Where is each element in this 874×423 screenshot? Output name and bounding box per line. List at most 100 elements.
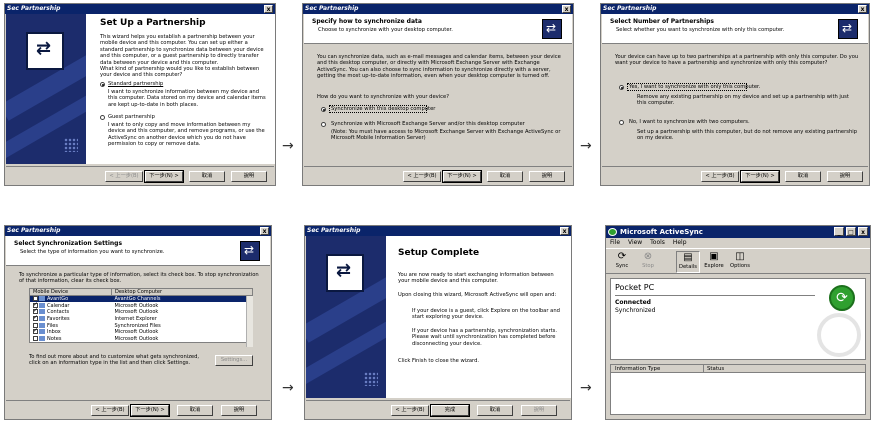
finish-button[interactable]: 完成 — [430, 404, 470, 417]
standard-partnership-desc: I want to synchronize information betwee… — [108, 89, 266, 108]
back-button[interactable]: < 上一步(B) — [91, 405, 129, 416]
window-title: Sec Partnership — [305, 5, 359, 12]
computer-cell: AvantGo Channels — [111, 295, 253, 303]
close-button[interactable]: x — [858, 227, 868, 236]
two-computers-label[interactable]: No, I want to synchronize with two compu… — [629, 119, 750, 125]
info-list-header: Information Type Status — [610, 364, 866, 373]
device-cell[interactable]: AvantGo — [29, 295, 112, 303]
info-type-list[interactable] — [610, 373, 866, 415]
table-row[interactable]: Notes Microsoft Outlook — [30, 335, 253, 343]
table-row[interactable]: AvantGo AvantGo Channels — [29, 295, 253, 303]
wizard-step-setup-partnership: Sec Partnership x ⇄ Set Up a Partnership… — [4, 3, 276, 186]
explore-button[interactable]: ▣ Explore — [702, 251, 726, 273]
column-header-computer[interactable]: Desktop Computer — [111, 288, 253, 296]
cancel-button[interactable]: 取消 — [189, 171, 225, 182]
maximize-button[interactable]: □ — [846, 227, 856, 236]
scrollbar[interactable] — [246, 296, 253, 347]
sync-desktop-radio[interactable] — [321, 107, 326, 112]
cancel-button[interactable]: 取消 — [785, 171, 821, 182]
cancel-button[interactable]: 取消 — [477, 405, 513, 416]
menu-tools[interactable]: Tools — [650, 239, 665, 246]
only-this-computer-radio[interactable] — [619, 85, 624, 90]
device-sync-icon: ⇄ — [542, 19, 562, 39]
checkbox-icon[interactable] — [33, 335, 38, 341]
sync-exchange-label[interactable]: Synchronize with Microsoft Exchange Serv… — [331, 121, 561, 127]
next-button[interactable]: 下一步(N) > — [144, 170, 184, 183]
details-button[interactable]: ▤ Details — [676, 251, 700, 273]
wizard-step-number-of-partnerships: Sec Partnership x Select Number of Partn… — [600, 3, 870, 186]
column-header-status[interactable]: Status — [703, 365, 724, 373]
device-cell[interactable]: Calendar — [30, 301, 112, 309]
help-button[interactable]: 說明 — [221, 405, 257, 416]
details-icon: ▤ — [683, 252, 693, 263]
window-title: Sec Partnership — [307, 227, 361, 234]
stop-label: Stop — [642, 263, 654, 269]
help-button[interactable]: 說明 — [529, 171, 565, 182]
next-button[interactable]: 下一步(N) > — [130, 404, 170, 417]
sync-status: Synchronized — [615, 307, 656, 314]
checkbox-icon[interactable] — [33, 314, 38, 321]
device-cell[interactable]: Contacts — [30, 307, 112, 316]
standard-partnership-radio[interactable] — [100, 82, 105, 87]
body-text: Your device can have up to two partnersh… — [615, 54, 859, 67]
help-button[interactable]: 說明 — [231, 171, 267, 182]
sync-exchange-radio[interactable] — [321, 122, 326, 127]
two-computers-radio[interactable] — [619, 120, 624, 125]
standard-partnership-label[interactable]: Standard partnership — [108, 81, 163, 87]
sync-settings-rows: AvantGo AvantGo Channels Calendar Microsoft… — [29, 295, 253, 343]
cancel-button[interactable]: 取消 — [177, 405, 213, 416]
back-button[interactable]: < 上一步(B) — [403, 171, 441, 182]
folder-icon — [39, 296, 45, 302]
options-label: Options — [729, 263, 750, 269]
back-button[interactable]: < 上一步(B) — [105, 171, 143, 182]
only-this-computer-desc: Remove any existing partnership on my de… — [637, 94, 849, 107]
next-button[interactable]: 下一步(N) > — [740, 170, 780, 183]
stop-button[interactable]: ⊗ Stop — [636, 251, 660, 273]
back-button[interactable]: < 上一步(B) — [391, 405, 429, 416]
table-row[interactable]: Favorites Internet Explorer — [30, 314, 253, 323]
device-cell[interactable]: Files — [30, 322, 112, 329]
cancel-button[interactable]: 取消 — [487, 171, 523, 182]
table-row[interactable]: Files Synchronized Files — [30, 322, 253, 329]
next-button[interactable]: 下一步(N) > — [442, 170, 482, 183]
sync-desktop-label[interactable]: Synchronize with this desktop computer — [331, 106, 435, 112]
column-header-info-type[interactable]: Information Type — [615, 365, 660, 373]
guest-partnership-radio[interactable] — [100, 115, 105, 120]
menu-view[interactable]: View — [628, 239, 642, 246]
menu-help[interactable]: Help — [673, 239, 687, 246]
title-bar: Microsoft ActiveSync _ □ x — [606, 226, 870, 238]
options-button[interactable]: ◫ Options — [728, 251, 752, 273]
arrow-right-icon: → — [282, 138, 294, 154]
device-sync-icon: ⇄ — [240, 241, 260, 261]
menu-file[interactable]: File — [610, 239, 620, 246]
title-bar: Sec Partnership x — [305, 226, 571, 236]
title-bar: Sec Partnership x — [5, 226, 271, 236]
close-button[interactable]: x — [264, 5, 273, 13]
device-cell[interactable]: Notes — [30, 335, 112, 343]
table-row[interactable]: Calendar Microsoft Outlook — [30, 301, 253, 309]
minimize-button[interactable]: _ — [834, 227, 844, 236]
close-button[interactable]: x — [562, 5, 571, 13]
table-row[interactable]: Contacts Microsoft Outlook — [30, 307, 253, 316]
close-button[interactable]: x — [560, 227, 569, 235]
back-button[interactable]: < 上一步(B) — [701, 171, 739, 182]
table-row[interactable]: Inbox Microsoft Outlook — [30, 327, 253, 336]
checkbox-icon[interactable] — [33, 327, 38, 335]
column-header-device[interactable]: Mobile Device — [29, 288, 112, 296]
close-button[interactable]: x — [858, 5, 867, 13]
device-cell[interactable]: Favorites — [30, 314, 112, 323]
only-this-computer-label[interactable]: Yes, I want to synchronize with only thi… — [629, 84, 760, 90]
close-button[interactable]: x — [260, 227, 269, 235]
settings-button[interactable]: Settings... — [215, 355, 253, 366]
guest-partnership-label[interactable]: Guest partnership — [108, 114, 155, 120]
title-bar: Sec Partnership x — [601, 4, 869, 14]
sync-button[interactable]: ⟳ Sync — [610, 251, 634, 273]
device-cell[interactable]: Inbox — [30, 327, 112, 336]
help-button[interactable]: 說明 — [521, 405, 557, 416]
window-title: Sec Partnership — [7, 5, 61, 12]
body-text: You can synchronize data, such as e-mail… — [317, 54, 561, 80]
sync-status-icon: ⟳ — [829, 285, 855, 311]
help-button[interactable]: 說明 — [827, 171, 863, 182]
folder-icon — [39, 315, 45, 321]
separator — [6, 166, 274, 167]
